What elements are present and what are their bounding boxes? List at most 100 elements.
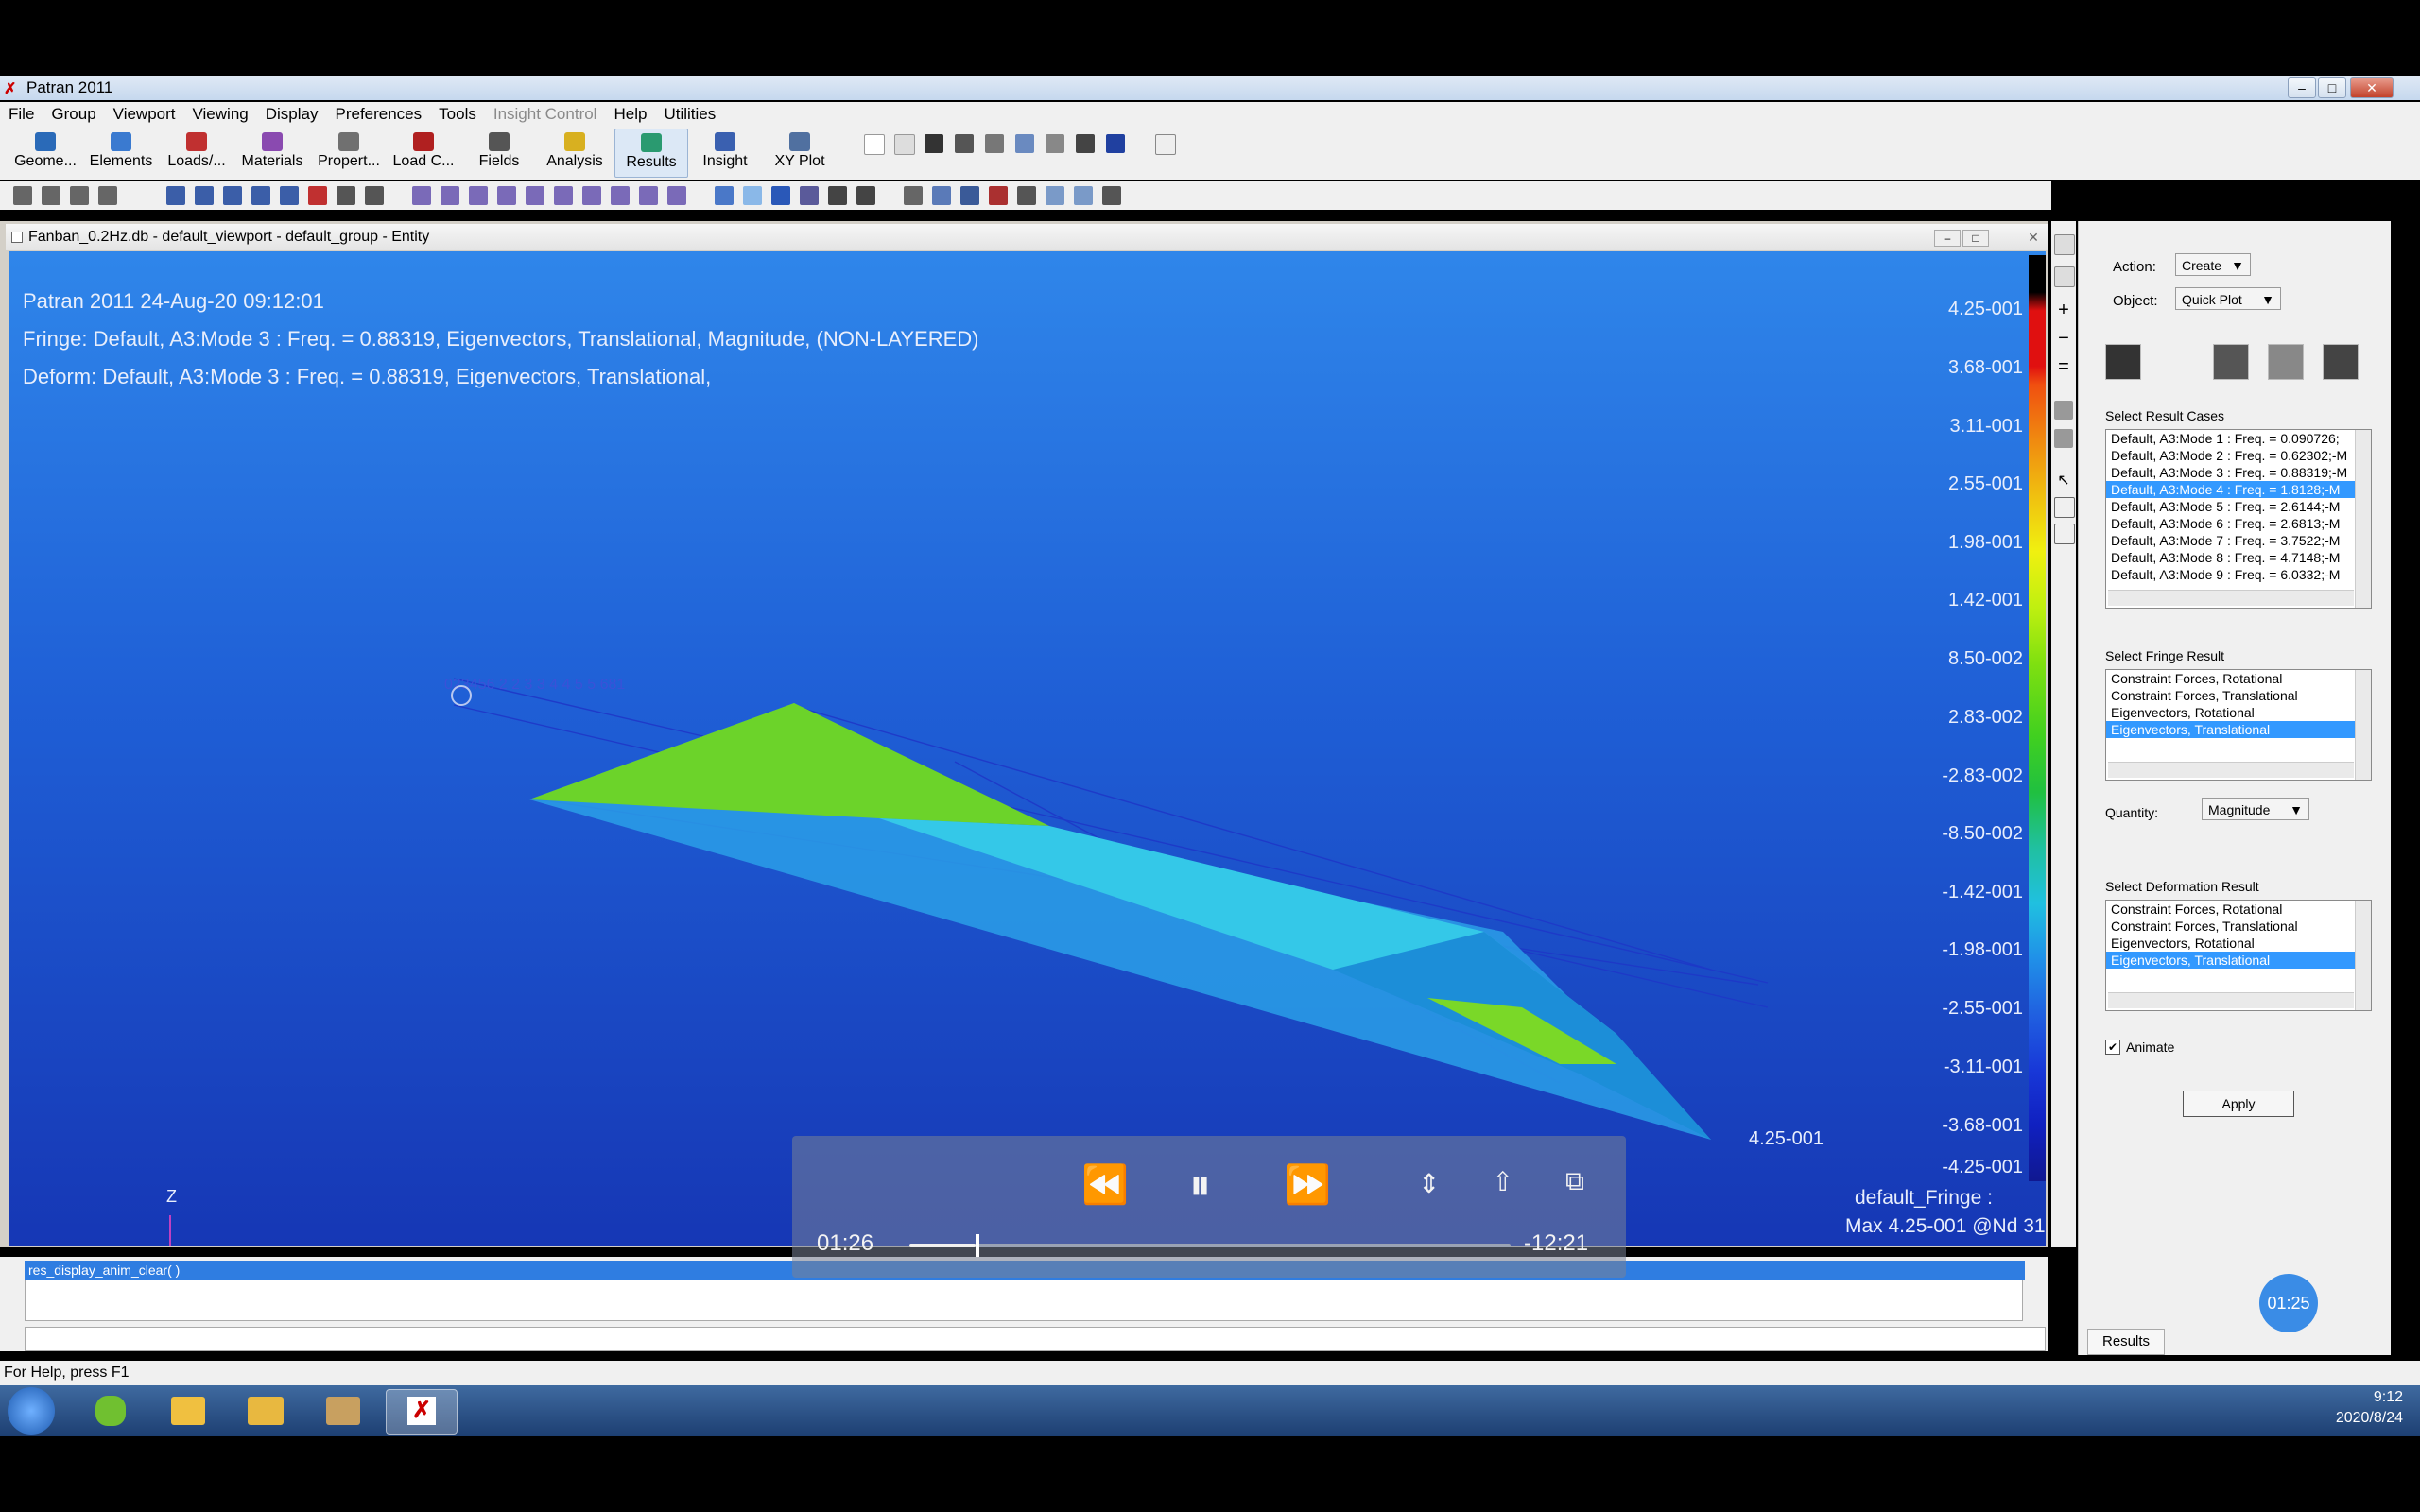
menu-viewport[interactable]: Viewport: [105, 105, 184, 124]
ribbon-results[interactable]: Results: [614, 129, 688, 178]
display-attributes-icon[interactable]: [2268, 344, 2304, 380]
pick-filter-icon[interactable]: [2054, 266, 2075, 287]
abort-icon[interactable]: [1046, 134, 1064, 153]
label-mpc-icon[interactable]: [582, 186, 601, 205]
undo-icon[interactable]: [1015, 134, 1034, 153]
reset-graphics-icon[interactable]: [1076, 134, 1095, 153]
label-all-icon[interactable]: [667, 186, 686, 205]
quantity-select[interactable]: Magnitude ▼: [2202, 798, 2309, 820]
front-view-icon[interactable]: [166, 186, 185, 205]
fringe-icon[interactable]: [989, 186, 1008, 205]
list-item[interactable]: Default, A3:Mode 8 : Freq. = 4.7148;-M: [2106, 549, 2371, 566]
share-icon[interactable]: ⇧: [1492, 1166, 1513, 1197]
plus-icon[interactable]: +: [2054, 301, 2073, 319]
menu-tools[interactable]: Tools: [430, 105, 485, 124]
fringe-result-list[interactable]: Constraint Forces, Rotational Constraint…: [2105, 669, 2372, 781]
select-results-icon[interactable]: [2105, 344, 2141, 380]
plot-erase-icon[interactable]: [904, 186, 923, 205]
equal-icon[interactable]: =: [2054, 357, 2073, 376]
open-file-icon[interactable]: [894, 134, 915, 155]
zoom-in-icon[interactable]: [365, 186, 384, 205]
home-icon[interactable]: [1155, 134, 1176, 155]
menu-display[interactable]: Display: [257, 105, 327, 124]
smooth-shade-icon[interactable]: [771, 186, 790, 205]
picture-in-picture-icon[interactable]: ⧉: [1565, 1166, 1584, 1197]
minus-icon[interactable]: −: [2054, 329, 2073, 348]
list-item[interactable]: Default, A3:Mode 5 : Freq. = 2.6144;-M: [2106, 498, 2371, 515]
deform-icon[interactable]: [1046, 186, 1064, 205]
hidden-line-icon[interactable]: [743, 186, 762, 205]
maximize-button[interactable]: □: [2318, 77, 2346, 98]
ribbon-fields[interactable]: Fields: [467, 129, 531, 170]
refresh-icon[interactable]: [1106, 134, 1125, 153]
node-size-icon[interactable]: [800, 186, 819, 205]
menu-help[interactable]: Help: [605, 105, 655, 124]
app-map-icon[interactable]: [308, 1389, 378, 1433]
rewind-icon[interactable]: ⏪: [1081, 1162, 1129, 1207]
list-item[interactable]: Default, A3:Mode 1 : Freq. = 0.090726;: [2106, 430, 2371, 447]
list-item[interactable]: Constraint Forces, Translational: [2106, 918, 2371, 935]
plot-options-icon[interactable]: [2323, 344, 2359, 380]
label-surfaces-icon[interactable]: [469, 186, 488, 205]
file-explorer-icon[interactable]: [231, 1389, 301, 1433]
menu-preferences[interactable]: Preferences: [326, 105, 430, 124]
ribbon-loads[interactable]: Loads/...: [161, 129, 233, 170]
horizontal-scrollbar[interactable]: [2108, 590, 2354, 606]
ribbon-properties[interactable]: Propert...: [312, 129, 386, 170]
app-parrot-icon[interactable]: [76, 1389, 146, 1433]
deformation-result-list[interactable]: Constraint Forces, Rotational Constraint…: [2105, 900, 2372, 1011]
command-input[interactable]: [25, 1327, 2046, 1351]
zoom-box-icon[interactable]: [308, 186, 327, 205]
wireframe-icon[interactable]: [715, 186, 734, 205]
iso-view-icon[interactable]: [280, 186, 299, 205]
playback-scrubber[interactable]: [975, 1234, 979, 1257]
horizontal-scrollbar[interactable]: [2108, 762, 2354, 778]
animate-checkbox[interactable]: ✔: [2105, 1040, 2120, 1055]
hide-labels-icon[interactable]: [856, 186, 875, 205]
start-button[interactable]: [8, 1387, 55, 1435]
select-polygon-icon[interactable]: [2054, 524, 2075, 544]
show-labels-icon[interactable]: [828, 186, 847, 205]
close-button[interactable]: ✕: [2350, 77, 2394, 98]
patran-task-icon[interactable]: ✗: [386, 1389, 458, 1435]
zoom-out-icon[interactable]: [337, 186, 355, 205]
ribbon-load-cases[interactable]: Load C...: [388, 129, 459, 170]
list-item-selected[interactable]: Eigenvectors, Translational: [2106, 721, 2371, 738]
rotate-x-icon[interactable]: [13, 186, 32, 205]
vertical-scrollbar[interactable]: [2355, 430, 2371, 608]
label-points-icon[interactable]: [412, 186, 431, 205]
rotate-iso-icon[interactable]: [98, 186, 117, 205]
label-solids-icon[interactable]: [497, 186, 516, 205]
select-arrow-icon[interactable]: ↖: [2054, 471, 2073, 490]
list-item[interactable]: Default, A3:Mode 9 : Freq. = 6.0332;-M: [2106, 566, 2371, 583]
ribbon-materials[interactable]: Materials: [234, 129, 310, 170]
print-icon[interactable]: [955, 134, 974, 153]
label-coords-icon[interactable]: [611, 186, 630, 205]
target-entities-icon[interactable]: [2213, 344, 2249, 380]
menu-viewing[interactable]: Viewing: [184, 105, 257, 124]
list-item[interactable]: Eigenvectors, Rotational: [2106, 704, 2371, 721]
list-item[interactable]: Eigenvectors, Rotational: [2106, 935, 2371, 952]
list-item[interactable]: Constraint Forces, Translational: [2106, 687, 2371, 704]
fit-screen-icon[interactable]: ⇕: [1418, 1168, 1440, 1199]
rotate-z-icon[interactable]: [70, 186, 89, 205]
animate-icon[interactable]: [1074, 186, 1093, 205]
label-loads-icon[interactable]: [639, 186, 658, 205]
viewport-maximize-button[interactable]: □: [1962, 230, 1989, 247]
horizontal-scrollbar[interactable]: [2108, 992, 2354, 1008]
list-item[interactable]: Default, A3:Mode 3 : Freq. = 0.88319;-M: [2106, 464, 2371, 481]
ribbon-elements[interactable]: Elements: [83, 129, 159, 170]
label-nodes-icon[interactable]: [526, 186, 544, 205]
viewport-minimize-button[interactable]: –: [1934, 230, 1961, 247]
ribbon-analysis[interactable]: Analysis: [539, 129, 611, 170]
fast-forward-icon[interactable]: ⏩: [1284, 1162, 1331, 1207]
pan-icon[interactable]: [195, 186, 214, 205]
playback-progress-track[interactable]: [909, 1244, 1511, 1247]
shade-icon[interactable]: [2054, 429, 2073, 448]
rotate-y-icon[interactable]: [42, 186, 60, 205]
reset-icon[interactable]: [1102, 186, 1121, 205]
graphics-viewport[interactable]: Patran 2011 24-Aug-20 09:12:01 Fringe: D…: [9, 251, 2046, 1246]
label-curves-icon[interactable]: [441, 186, 459, 205]
ribbon-geometry[interactable]: Geome...: [9, 129, 81, 170]
render-icon[interactable]: [960, 186, 979, 205]
